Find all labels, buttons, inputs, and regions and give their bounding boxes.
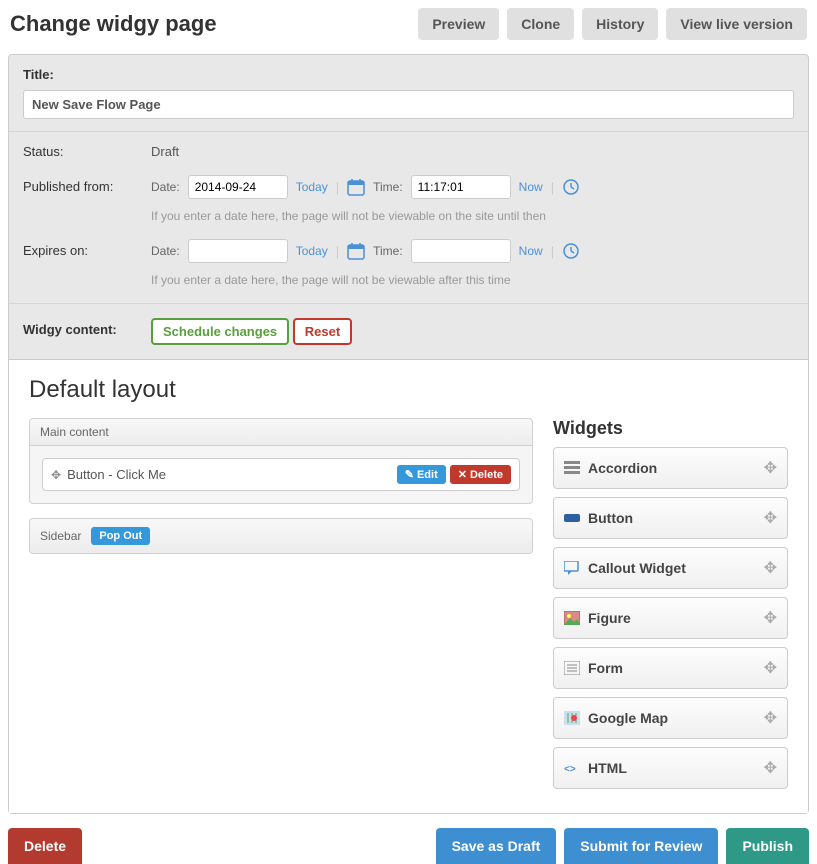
svg-text:<>: <> <box>564 764 576 775</box>
callout-icon <box>564 561 580 575</box>
widgy-content-label: Widgy content: <box>23 318 151 337</box>
widget-item-button[interactable]: ✥ Button - Click Me ✎Edit ✕Delete <box>42 458 520 491</box>
drag-handle-icon[interactable]: ✥ <box>764 458 777 478</box>
widget-palette-figure[interactable]: Figure ✥ <box>553 597 788 639</box>
sidebar-header: Sidebar <box>40 529 81 543</box>
clock-icon[interactable] <box>562 242 580 260</box>
widget-palette-accordion[interactable]: Accordion ✥ <box>553 447 788 489</box>
preview-button[interactable]: Preview <box>418 8 499 40</box>
time-label: Time: <box>373 180 403 194</box>
publish-button[interactable]: Publish <box>726 828 809 864</box>
drag-handle-icon[interactable]: ✥ <box>764 658 777 678</box>
widget-palette-label: Form <box>588 660 623 676</box>
schedule-changes-button[interactable]: Schedule changes <box>151 318 289 345</box>
edit-button[interactable]: ✎Edit <box>397 465 446 484</box>
widget-palette-label: Google Map <box>588 710 668 726</box>
main-content-header: Main content <box>30 419 532 446</box>
expires-time-input[interactable] <box>411 239 511 263</box>
title-input[interactable] <box>23 90 794 119</box>
page-title: Change widgy page <box>10 11 217 37</box>
layout-title: Default layout <box>29 376 788 404</box>
delete-button[interactable]: Delete <box>8 828 82 864</box>
widget-palette-label: Figure <box>588 610 631 626</box>
widget-item-label: Button - Click Me <box>67 467 166 482</box>
submit-review-button[interactable]: Submit for Review <box>564 828 718 864</box>
figure-icon <box>564 611 580 625</box>
expires-date-input[interactable] <box>188 239 288 263</box>
expires-on-label: Expires on: <box>23 239 151 258</box>
separator: | <box>336 180 339 195</box>
published-now-link[interactable]: Now <box>519 180 543 194</box>
time-label: Time: <box>373 244 403 258</box>
save-draft-button[interactable]: Save as Draft <box>436 828 557 864</box>
button-icon <box>564 511 580 525</box>
separator: | <box>336 244 339 259</box>
widget-palette-form[interactable]: Form ✥ <box>553 647 788 689</box>
widget-palette-button[interactable]: Button ✥ <box>553 497 788 539</box>
drag-handle-icon[interactable]: ✥ <box>764 558 777 578</box>
widget-palette-map[interactable]: Google Map ✥ <box>553 697 788 739</box>
reset-button[interactable]: Reset <box>293 318 352 345</box>
status-label: Status: <box>23 140 151 159</box>
published-from-label: Published from: <box>23 175 151 194</box>
widget-palette-callout[interactable]: Callout Widget ✥ <box>553 547 788 589</box>
clock-icon[interactable] <box>562 178 580 196</box>
status-value: Draft <box>151 140 179 159</box>
view-live-button[interactable]: View live version <box>666 8 807 40</box>
date-label: Date: <box>151 244 180 258</box>
date-label: Date: <box>151 180 180 194</box>
published-today-link[interactable]: Today <box>296 180 328 194</box>
form-icon <box>564 661 580 675</box>
html-icon: <> <box>564 761 580 775</box>
main-content-region: Main content ✥ Button - Click Me ✎Edit ✕… <box>29 418 533 504</box>
calendar-icon[interactable] <box>347 178 365 196</box>
expires-help-text: If you enter a date here, the page will … <box>151 273 794 287</box>
expires-now-link[interactable]: Now <box>519 244 543 258</box>
close-icon: ✕ <box>458 468 467 481</box>
published-date-input[interactable] <box>188 175 288 199</box>
separator: | <box>551 244 554 259</box>
move-icon[interactable]: ✥ <box>51 468 61 482</box>
pencil-icon: ✎ <box>405 468 414 481</box>
calendar-icon[interactable] <box>347 242 365 260</box>
clone-button[interactable]: Clone <box>507 8 574 40</box>
sidebar-region: Sidebar Pop Out <box>29 518 533 554</box>
widget-palette-html[interactable]: <> HTML ✥ <box>553 747 788 789</box>
separator: | <box>551 180 554 195</box>
accordion-icon <box>564 461 580 475</box>
drag-handle-icon[interactable]: ✥ <box>764 708 777 728</box>
widgets-title: Widgets <box>553 418 788 439</box>
widget-palette-label: Button <box>588 510 633 526</box>
expires-today-link[interactable]: Today <box>296 244 328 258</box>
widget-palette-label: Callout Widget <box>588 560 686 576</box>
drag-handle-icon[interactable]: ✥ <box>764 608 777 628</box>
published-time-input[interactable] <box>411 175 511 199</box>
drag-handle-icon[interactable]: ✥ <box>764 508 777 528</box>
pop-out-button[interactable]: Pop Out <box>91 527 150 545</box>
history-button[interactable]: History <box>582 8 658 40</box>
widget-palette-label: Accordion <box>588 460 657 476</box>
map-icon <box>564 711 580 725</box>
title-label: Title: <box>23 67 794 82</box>
published-help-text: If you enter a date here, the page will … <box>151 209 794 223</box>
drag-handle-icon[interactable]: ✥ <box>764 758 777 778</box>
widget-palette-label: HTML <box>588 760 627 776</box>
delete-widget-button[interactable]: ✕Delete <box>450 465 511 484</box>
